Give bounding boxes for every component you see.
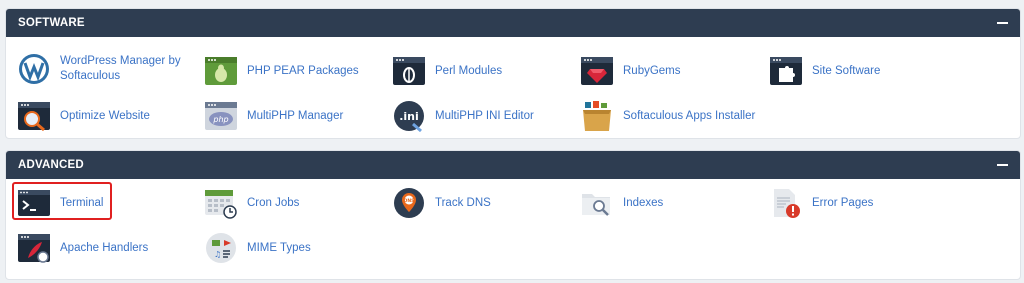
advanced-panel-title: ADVANCED <box>18 159 84 171</box>
svg-text:♫: ♫ <box>214 250 221 259</box>
software-item-label: RubyGems <box>623 64 681 77</box>
advanced-item-label: MIME Types <box>247 241 311 254</box>
software-item-label: PHP PEAR Packages <box>247 64 359 77</box>
puzzle-icon <box>770 57 802 85</box>
software-item-multiphp-ini-editor[interactable]: .ini MultiPHP INI Editor <box>391 98 534 134</box>
software-panel-header[interactable]: SOFTWARE <box>6 9 1020 37</box>
advanced-panel: ADVANCED Terminal Cron Jobs DNS Track DN… <box>5 150 1021 280</box>
software-item-site-software[interactable]: Site Software <box>768 53 880 89</box>
advanced-item-mime-types[interactable]: ♫ MIME Types <box>203 230 311 266</box>
software-item-perl[interactable]: Perl Modules <box>391 53 502 89</box>
svg-text:.ini: .ini <box>399 110 419 123</box>
software-item-rubygems[interactable]: RubyGems <box>579 53 681 89</box>
advanced-item-terminal[interactable]: Terminal <box>16 185 103 221</box>
advanced-item-label: Cron Jobs <box>247 196 300 209</box>
terminal-icon <box>18 190 50 216</box>
software-item-label: WordPress Manager by Softaculous <box>60 55 181 82</box>
ini-icon: .ini <box>394 101 424 132</box>
ruby-icon <box>581 57 613 85</box>
error-document-icon <box>774 189 800 218</box>
php-icon: php <box>205 102 237 130</box>
software-item-label: Optimize Website <box>60 109 150 122</box>
advanced-item-error-pages[interactable]: Error Pages <box>768 185 873 221</box>
advanced-item-label: Apache Handlers <box>60 241 149 254</box>
advanced-item-track-dns[interactable]: DNS Track DNS <box>391 185 491 221</box>
collapse-icon[interactable] <box>997 164 1008 166</box>
advanced-item-cron-jobs[interactable]: Cron Jobs <box>203 185 299 221</box>
software-item-optimize-website[interactable]: Optimize Website <box>16 98 150 134</box>
software-item-softaculous[interactable]: Softaculous Apps Installer <box>579 98 755 134</box>
folder-search-icon <box>582 194 610 216</box>
software-item-label: Site Software <box>812 64 881 77</box>
optimize-icon <box>18 102 50 132</box>
advanced-item-apache-handlers[interactable]: Apache Handlers <box>16 230 148 266</box>
dns-pin-icon: DNS <box>394 188 424 218</box>
software-item-label: Perl Modules <box>435 64 503 77</box>
advanced-item-label: Error Pages <box>812 196 874 209</box>
apache-feather-icon <box>18 234 50 263</box>
calendar-clock-icon <box>205 190 237 219</box>
software-item-label: MultiPHP Manager <box>247 109 344 122</box>
softaculous-icon <box>583 101 611 131</box>
software-item-pear[interactable]: PHP PEAR Packages <box>203 53 359 89</box>
svg-text:php: php <box>212 115 228 124</box>
wordpress-icon <box>19 54 49 84</box>
perl-icon <box>393 57 425 85</box>
advanced-item-label: Track DNS <box>435 196 491 209</box>
advanced-item-label: Terminal <box>60 196 104 209</box>
advanced-panel-header[interactable]: ADVANCED <box>6 151 1020 179</box>
software-panel-title: SOFTWARE <box>18 17 85 29</box>
collapse-icon[interactable] <box>997 22 1008 24</box>
svg-text:DNS: DNS <box>404 198 415 204</box>
software-item-label: MultiPHP INI Editor <box>435 109 534 122</box>
mime-media-icon: ♫ <box>206 233 236 263</box>
advanced-item-indexes[interactable]: Indexes <box>579 185 663 221</box>
software-item-multiphp-manager[interactable]: php MultiPHP Manager <box>203 98 343 134</box>
software-panel: SOFTWARE WordPress Manager by Softaculou… <box>5 8 1021 139</box>
software-item-label: Softaculous Apps Installer <box>623 109 756 122</box>
advanced-item-label: Indexes <box>623 196 664 209</box>
pear-icon <box>205 57 237 85</box>
software-item-wordpress[interactable]: WordPress Manager by Softaculous <box>16 51 185 87</box>
